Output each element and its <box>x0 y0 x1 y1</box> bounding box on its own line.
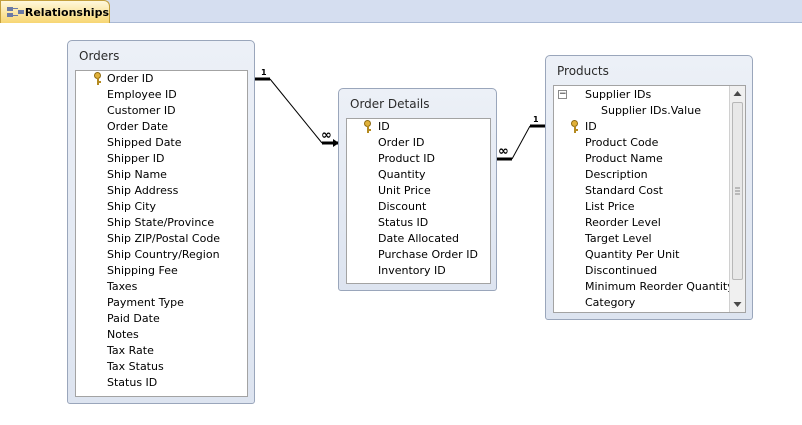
field-row[interactable]: Tax Rate <box>76 343 247 359</box>
field-list: Order ID Employee ID Customer ID Order D… <box>75 70 248 397</box>
field-row[interactable]: Taxes <box>76 279 247 295</box>
field-row[interactable]: Paid Date <box>76 311 247 327</box>
primary-key-icon <box>94 72 102 85</box>
field-row[interactable]: Target Level <box>554 231 729 247</box>
table-products[interactable]: Products − Supplier IDs Supplier IDs.Valu… <box>545 55 753 320</box>
field-row[interactable]: Inventory ID <box>347 263 490 279</box>
field-row[interactable]: ID <box>347 119 490 135</box>
vertical-scrollbar[interactable] <box>729 86 745 312</box>
field-row[interactable]: Minimum Reorder Quantity <box>554 279 734 295</box>
cardinality-many-label: ∞ <box>321 128 332 143</box>
field-row[interactable]: Ship State/Province <box>76 215 247 231</box>
collapse-icon[interactable]: − <box>558 90 567 99</box>
field-row[interactable]: Customer ID <box>76 103 247 119</box>
field-row[interactable]: Category <box>554 295 729 311</box>
field-row[interactable]: Ship ZIP/Postal Code <box>76 231 247 247</box>
cardinality-one-label: 1 <box>261 68 267 77</box>
field-row[interactable]: Discount <box>347 199 490 215</box>
field-list: − Supplier IDs Supplier IDs.Value ID Prod… <box>553 85 746 313</box>
field-row[interactable]: Discontinued <box>554 263 729 279</box>
field-row[interactable]: Purchase Order ID <box>347 247 490 263</box>
field-row[interactable]: Ship Name <box>76 167 247 183</box>
field-row[interactable]: Description <box>554 167 729 183</box>
field-row[interactable]: Order ID <box>76 71 247 87</box>
field-row[interactable]: Product Name <box>554 151 729 167</box>
field-row[interactable]: Unit Price <box>347 183 490 199</box>
field-row[interactable]: Order Date <box>76 119 247 135</box>
field-row[interactable]: Supplier IDs.Value <box>554 103 729 119</box>
field-row[interactable]: ID <box>554 119 729 135</box>
field-row[interactable]: Product Code <box>554 135 729 151</box>
field-row[interactable]: Quantity Per Unit <box>554 247 729 263</box>
field-row[interactable]: Notes <box>76 327 247 343</box>
field-row[interactable]: Ship City <box>76 199 247 215</box>
field-row[interactable]: Payment Type <box>76 295 247 311</box>
table-title: Order Details <box>350 97 430 111</box>
field-row[interactable]: Ship Country/Region <box>76 247 247 263</box>
field-row[interactable]: Reorder Level <box>554 215 729 231</box>
field-row[interactable]: Shipping Fee <box>76 263 247 279</box>
field-row[interactable]: Status ID <box>76 375 247 391</box>
field-row[interactable]: Quantity <box>347 167 490 183</box>
field-row[interactable]: − Supplier IDs <box>554 87 729 103</box>
field-row[interactable]: List Price <box>554 199 729 215</box>
field-row[interactable]: Tax Status <box>76 359 247 375</box>
scrollbar-thumb[interactable] <box>732 102 743 280</box>
scroll-down-arrow-icon[interactable] <box>730 297 745 312</box>
field-row[interactable]: Order ID <box>347 135 490 151</box>
field-row[interactable]: Product ID <box>347 151 490 167</box>
primary-key-icon <box>571 120 579 133</box>
field-row[interactable]: Shipped Date <box>76 135 247 151</box>
table-order-details[interactable]: Order Details ID Order ID Product ID Qua… <box>338 88 497 291</box>
field-row[interactable]: Ship Address <box>76 183 247 199</box>
field-row[interactable]: Status ID <box>347 215 490 231</box>
cardinality-many-label: ∞ <box>498 144 509 159</box>
field-row[interactable]: Shipper ID <box>76 151 247 167</box>
field-row[interactable]: Standard Cost <box>554 183 729 199</box>
table-title: Orders <box>79 49 120 63</box>
table-title: Products <box>557 64 609 78</box>
field-row[interactable]: Employee ID <box>76 87 247 103</box>
field-list: ID Order ID Product ID Quantity Unit Pri… <box>346 118 491 284</box>
table-orders[interactable]: Orders Order ID Employee ID Customer ID … <box>67 40 255 404</box>
field-row[interactable]: Date Allocated <box>347 231 490 247</box>
cardinality-one-label: 1 <box>533 115 539 124</box>
primary-key-icon <box>364 120 372 133</box>
scroll-up-arrow-icon[interactable] <box>730 86 745 101</box>
